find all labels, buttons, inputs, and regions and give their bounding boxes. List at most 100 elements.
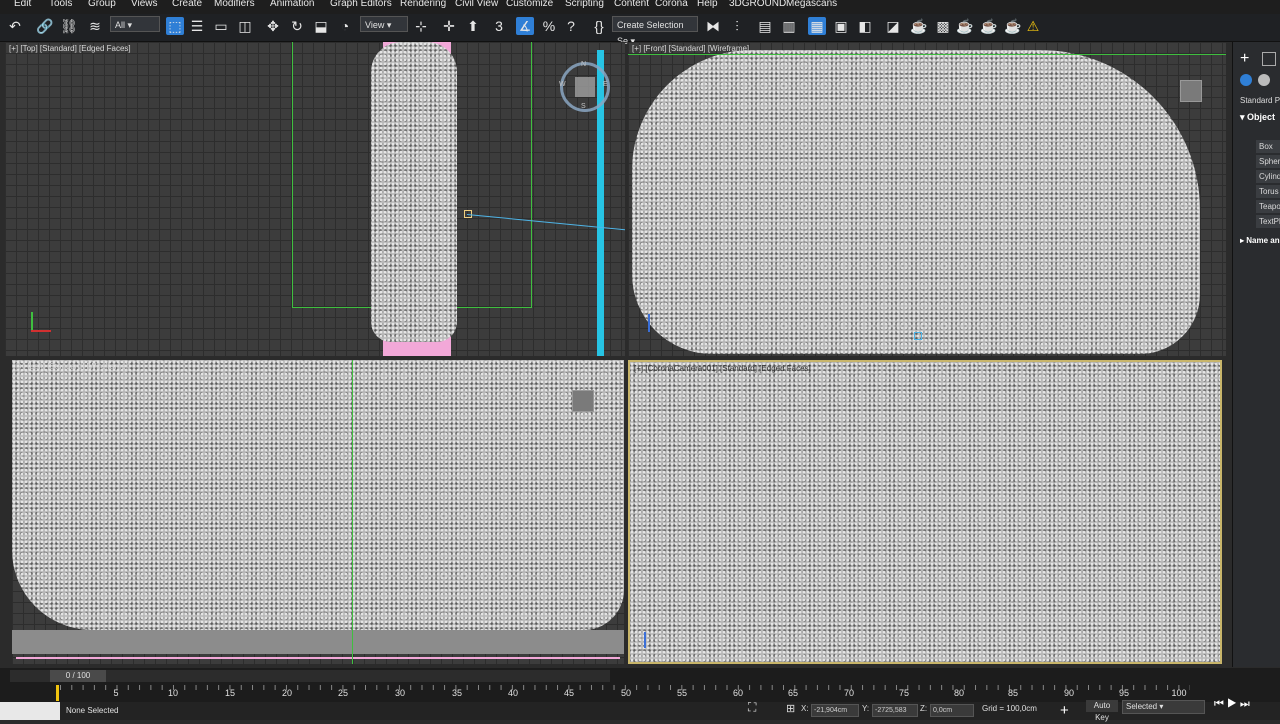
menu-animation[interactable]: Animation — [270, 0, 314, 9]
select-object-icon[interactable]: ⬚ — [166, 17, 184, 35]
menu-graph-editors[interactable]: Graph Editors — [330, 0, 392, 9]
menu-customize[interactable]: Customize — [506, 0, 553, 9]
create-teapot-button[interactable]: Teapo — [1256, 200, 1280, 213]
named-selection-set-dropdown[interactable]: Create Selection Se ▾ — [612, 16, 698, 46]
rotate-icon[interactable]: ↻ — [288, 17, 306, 35]
percent-snap-icon[interactable]: % — [540, 17, 558, 35]
z-label: Z: — [920, 704, 928, 713]
render-activeshade-icon[interactable]: ☕ — [1004, 17, 1022, 35]
keyboard-shortcut-override-icon[interactable]: ⬆ — [464, 17, 482, 35]
menu-group[interactable]: Group — [88, 0, 116, 9]
add-time-tag-icon[interactable]: + — [1060, 702, 1069, 719]
rendered-frame-icon[interactable]: ▩ — [934, 17, 952, 35]
select-manipulate-icon[interactable]: ✛ — [440, 17, 458, 35]
placement-icon[interactable]: ◔ — [336, 17, 354, 35]
warning-icon[interactable]: ⚠ — [1024, 17, 1042, 35]
viewport-top[interactable]: [+] [Top] [Standard] [Edged Faces] N S W… — [5, 42, 625, 356]
render-iterative-icon[interactable]: ☕ — [980, 17, 998, 35]
menu-tools[interactable]: Tools — [49, 0, 72, 9]
absolute-mode-icon[interactable]: ⊞ — [786, 702, 795, 715]
viewcube-compass[interactable]: N S W E — [559, 61, 610, 112]
axis-tripod-icon — [31, 312, 33, 330]
viewport-label[interactable]: [+] [CoronaCamera001] [Standard] [Edged … — [634, 364, 811, 373]
scale-icon[interactable]: ⬓ — [312, 17, 330, 35]
bind-spacewarp-icon[interactable]: ≋ — [86, 17, 104, 35]
create-sphere-button[interactable]: Spher — [1256, 155, 1280, 168]
curve-editor-icon[interactable]: ▦ — [808, 17, 826, 35]
z-coordinate-field[interactable]: 0,0cm — [930, 704, 974, 717]
primitive-type-dropdown[interactable]: Standard Pr — [1240, 96, 1280, 105]
move-icon[interactable]: ✥ — [264, 17, 282, 35]
tick-label: 25 — [337, 688, 349, 698]
unlink-icon[interactable]: ⛓ — [60, 17, 78, 35]
menu-corona[interactable]: Corona — [655, 0, 688, 9]
align-icon[interactable]: ⫶ — [728, 17, 746, 35]
viewcube-face[interactable] — [572, 390, 594, 412]
menu-civil-view[interactable]: Civil View — [455, 0, 498, 9]
x-label: X: — [801, 704, 809, 713]
viewport-label[interactable]: [+] [Top] [Standard] [Edged Faces] — [9, 44, 131, 53]
tick-label: 30 — [394, 688, 406, 698]
viewport-front[interactable]: [+] [Front] [Standard] [Wireframe] — [628, 42, 1226, 356]
snaps-toggle-icon[interactable]: 3 — [490, 17, 508, 35]
menu-help[interactable]: Help — [697, 0, 718, 9]
time-slider-thumb[interactable]: 0 / 100 — [50, 670, 106, 682]
maxscript-listener[interactable] — [0, 702, 60, 720]
name-color-rollout[interactable]: ▸ Name an — [1240, 236, 1280, 245]
render-setup-icon[interactable]: ◪ — [884, 17, 902, 35]
playback-controls[interactable]: ⏮ ▶ ⏭ — [1214, 698, 1250, 711]
create-textplus-button[interactable]: TextPl — [1256, 215, 1280, 228]
create-box-button[interactable]: Box — [1256, 140, 1280, 153]
tick-label: 70 — [843, 688, 855, 698]
tick-label: 75 — [898, 688, 910, 698]
shapes-icon[interactable] — [1258, 74, 1270, 86]
menu-rendering[interactable]: Rendering — [400, 0, 446, 9]
rectangular-selection-icon[interactable]: ▭ — [212, 17, 230, 35]
menu-create[interactable]: Create — [172, 0, 202, 9]
menu-content[interactable]: Content — [614, 0, 649, 9]
create-cylinder-button[interactable]: Cylind — [1256, 170, 1280, 183]
schematic-view-icon[interactable]: ▣ — [832, 17, 850, 35]
geometry-icon[interactable] — [1240, 74, 1252, 86]
y-coordinate-field[interactable]: -2725,583 — [872, 704, 918, 717]
menu-megascans[interactable]: Megascans — [786, 0, 837, 9]
menu-3dground[interactable]: 3DGROUND — [729, 0, 786, 9]
reference-coordinate-dropdown[interactable]: View ▾ — [360, 16, 408, 32]
key-filter-dropdown[interactable]: Selected ▾ — [1122, 700, 1205, 714]
viewport-left[interactable]: [+] [Left] [Standard] [Wireframe] — [12, 360, 624, 664]
viewcube-face[interactable] — [575, 77, 595, 97]
render-teapot-icon[interactable]: ☕ — [910, 17, 928, 35]
select-by-name-icon[interactable]: ☰ — [188, 17, 206, 35]
menu-edit[interactable]: Edit — [14, 0, 31, 9]
spinner-snap-icon[interactable]: ? — [562, 17, 580, 35]
layer-explorer-icon[interactable]: ▤ — [756, 17, 774, 35]
x-coordinate-field[interactable]: -21,904cm — [811, 704, 859, 717]
pivot-center-icon[interactable]: ⊹ — [412, 17, 430, 35]
mirror-icon[interactable]: ⧓ — [704, 17, 722, 35]
viewcube-face[interactable] — [1180, 80, 1202, 102]
axis-tripod-icon — [644, 632, 646, 648]
menu-scripting[interactable]: Scripting — [565, 0, 604, 9]
viewport-label[interactable]: [+] [Front] [Standard] [Wireframe] — [632, 44, 749, 53]
material-editor-icon[interactable]: ◧ — [856, 17, 874, 35]
edit-named-selection-icon[interactable]: {} — [590, 17, 608, 35]
render-production-icon[interactable]: ☕ — [956, 17, 974, 35]
create-torus-button[interactable]: Torus — [1256, 185, 1280, 198]
menu-modifiers[interactable]: Modifiers — [214, 0, 255, 9]
isolate-selection-icon[interactable]: ⛶ — [748, 700, 756, 715]
link-icon[interactable]: 🔗 — [36, 17, 54, 35]
time-slider-track[interactable]: 0 / 100 — [10, 670, 610, 682]
angle-snap-icon[interactable]: ∡ — [516, 17, 534, 35]
menu-views[interactable]: Views — [131, 0, 158, 9]
object-type-rollout[interactable]: ▾ Object — [1240, 112, 1280, 126]
undo-icon[interactable]: ↶ — [6, 17, 24, 35]
auto-key-button[interactable]: Auto Key — [1086, 700, 1118, 722]
window-crossing-icon[interactable]: ◫ — [236, 17, 254, 35]
create-tab-icon[interactable]: + — [1240, 50, 1249, 68]
selection-filter-dropdown[interactable]: All ▾ — [110, 16, 160, 32]
modify-tab-icon[interactable] — [1262, 52, 1276, 66]
scatter-particles — [371, 42, 457, 342]
toggle-ribbon-icon[interactable]: ▥ — [780, 17, 798, 35]
viewport-label[interactable]: [+] [Left] [Standard] [Wireframe] — [16, 362, 128, 371]
viewport-camera[interactable]: [+] [CoronaCamera001] [Standard] [Edged … — [628, 360, 1222, 664]
